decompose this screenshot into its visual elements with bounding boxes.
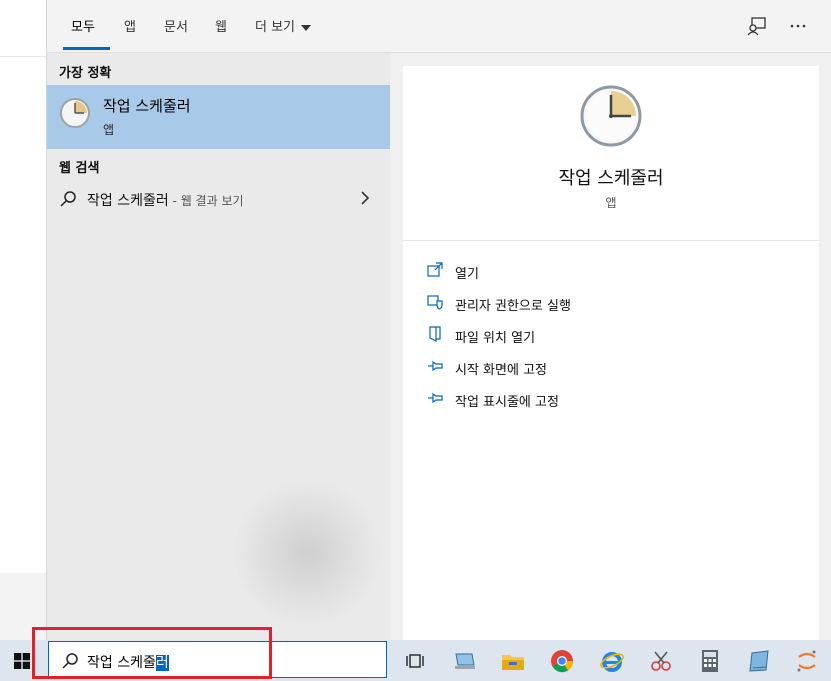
app-detail-pane: 작업 스케줄러 앱 열기 관리자 권한으로 실행 파일 위치 열기 시작 화면에… bbox=[403, 66, 819, 640]
web-search-query: 작업 스케줄러 - 웹 결과 보기 bbox=[87, 190, 244, 210]
web-search-hint: - 웹 결과 보기 bbox=[168, 194, 244, 208]
notepad-icon[interactable] bbox=[746, 648, 772, 674]
snipping-tool-icon[interactable] bbox=[648, 648, 674, 674]
file-explorer-icon[interactable] bbox=[500, 648, 526, 674]
search-icon bbox=[62, 653, 78, 669]
pin-icon bbox=[428, 360, 443, 372]
action-pin-to-taskbar-label: 작업 표시줄에 고정 bbox=[455, 395, 559, 410]
web-search-heading: 웹 검색 bbox=[59, 161, 100, 176]
shield-icon bbox=[427, 295, 443, 310]
start-search-panel: 모두 앱 문서 웹 더 보기 가장 정확 작업 스케줄러 앱 웹 검색 작업 스… bbox=[46, 0, 831, 640]
background-window bbox=[0, 0, 46, 640]
best-match-heading: 가장 정확 bbox=[59, 66, 112, 81]
action-open-label: 열기 bbox=[455, 267, 479, 282]
background-lower bbox=[0, 573, 46, 640]
search-query: 작업 스케줄러 bbox=[87, 652, 169, 672]
app-title: 작업 스케줄러 bbox=[558, 168, 664, 189]
best-match-title: 작업 스케줄러 bbox=[103, 97, 191, 115]
action-pin-to-start-label: 시작 화면에 고정 bbox=[455, 363, 547, 378]
tab-more[interactable]: 더 보기 bbox=[255, 16, 312, 35]
action-open-file-location-label: 파일 위치 열기 bbox=[455, 331, 536, 346]
tab-apps[interactable]: 앱 bbox=[124, 16, 136, 35]
taskbar: 작업 스케줄러 bbox=[0, 640, 831, 681]
tab-documents[interactable]: 문서 bbox=[164, 16, 188, 35]
clock-icon bbox=[60, 98, 90, 128]
web-search-query-text: 작업 스케줄러 bbox=[87, 193, 169, 209]
background-blur bbox=[232, 478, 382, 628]
tab-more-label: 더 보기 bbox=[255, 20, 296, 35]
internet-explorer-icon[interactable] bbox=[599, 648, 625, 674]
tab-all[interactable]: 모두 bbox=[71, 16, 95, 35]
results-list: 가장 정확 작업 스케줄러 앱 웹 검색 작업 스케줄러 - 웹 결과 보기 bbox=[47, 53, 390, 640]
best-match-subtitle: 앱 bbox=[103, 123, 115, 137]
computer-icon[interactable] bbox=[452, 648, 478, 674]
feedback-icon[interactable] bbox=[746, 15, 768, 37]
tab-web[interactable]: 웹 bbox=[215, 16, 227, 35]
task-view-icon[interactable] bbox=[402, 648, 428, 674]
taskbar-search-input[interactable]: 작업 스케줄러 bbox=[48, 641, 387, 678]
clock-icon bbox=[580, 85, 642, 147]
pin-icon bbox=[428, 392, 443, 404]
chrome-icon[interactable] bbox=[549, 648, 575, 674]
open-icon bbox=[427, 262, 443, 277]
web-search-item[interactable]: 작업 스케줄러 - 웹 결과 보기 bbox=[47, 184, 390, 214]
app-subtitle: 앱 bbox=[605, 196, 617, 210]
caret-down-icon bbox=[301, 24, 312, 31]
file-location-icon bbox=[429, 326, 441, 342]
more-options-icon[interactable] bbox=[787, 15, 809, 37]
chevron-right-icon[interactable] bbox=[359, 190, 371, 206]
search-query-selected: 러 bbox=[155, 655, 169, 671]
jupyter-icon[interactable] bbox=[794, 648, 820, 674]
detail-divider bbox=[403, 240, 819, 241]
windows-start-icon[interactable] bbox=[14, 653, 30, 669]
search-icon bbox=[60, 191, 76, 207]
calculator-icon[interactable] bbox=[697, 648, 723, 674]
active-tab-indicator bbox=[63, 47, 110, 50]
search-tabs: 모두 앱 문서 웹 더 보기 bbox=[47, 0, 831, 53]
search-query-plain: 작업 스케줄 bbox=[87, 655, 156, 671]
action-run-as-admin-label: 관리자 권한으로 실행 bbox=[455, 299, 571, 314]
background-divider bbox=[0, 56, 46, 57]
best-match-item[interactable]: 작업 스케줄러 앱 bbox=[47, 85, 390, 149]
